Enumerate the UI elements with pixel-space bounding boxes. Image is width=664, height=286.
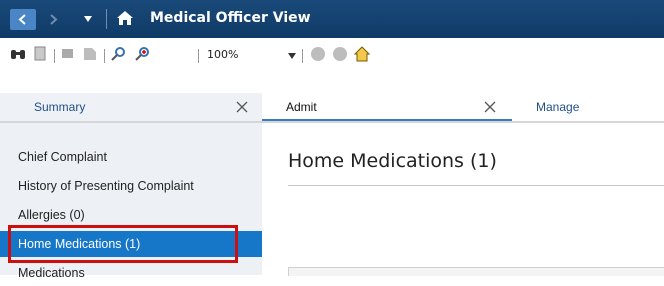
zoom-in-icon[interactable] bbox=[134, 46, 150, 62]
toolbar-separator bbox=[104, 49, 105, 63]
back-button[interactable] bbox=[10, 9, 36, 30]
toolbar-separator bbox=[54, 49, 55, 63]
toolbar-separator bbox=[198, 49, 199, 63]
forward-button[interactable] bbox=[50, 14, 58, 25]
sidebar-item-medications[interactable]: Medications bbox=[0, 260, 262, 286]
print-icon[interactable] bbox=[60, 46, 76, 62]
home-icon[interactable] bbox=[116, 10, 134, 26]
sidebar-item-label: Chief Complaint bbox=[18, 150, 107, 164]
toolbar: 100% bbox=[0, 38, 664, 72]
zoom-level[interactable]: 100% bbox=[207, 48, 238, 61]
binoculars-icon[interactable] bbox=[10, 46, 26, 62]
divider bbox=[288, 185, 664, 186]
chevron-left-icon bbox=[18, 14, 26, 25]
zoom-out-icon[interactable] bbox=[110, 46, 126, 62]
tab-admit[interactable]: Admit bbox=[262, 93, 512, 121]
title-bar: Medical Officer View bbox=[0, 0, 664, 38]
chevron-down-icon[interactable] bbox=[288, 53, 296, 59]
page-title: Home Medications (1) bbox=[288, 150, 497, 172]
home-outline-icon[interactable] bbox=[354, 46, 370, 62]
document-icon[interactable] bbox=[34, 46, 48, 62]
toolbar-separator bbox=[302, 49, 303, 63]
sidebar-item-chief-complaint[interactable]: Chief Complaint bbox=[0, 144, 262, 170]
close-icon[interactable] bbox=[236, 101, 248, 113]
circle-icon[interactable] bbox=[310, 46, 326, 62]
tab-label: Admit bbox=[286, 100, 317, 114]
tab-label: Summary bbox=[34, 100, 86, 114]
history-dropdown-icon[interactable] bbox=[84, 16, 92, 22]
tab-label: Manage bbox=[536, 100, 580, 114]
close-icon[interactable] bbox=[484, 101, 496, 113]
sidebar-item-label: Medications bbox=[18, 266, 85, 280]
circle-icon[interactable] bbox=[332, 46, 348, 62]
sidebar-item-history[interactable]: History of Presenting Complaint bbox=[0, 173, 262, 199]
tab-manage[interactable]: Manage bbox=[522, 93, 664, 121]
window-title: Medical Officer View bbox=[150, 10, 311, 26]
tab-summary[interactable]: Summary bbox=[0, 93, 262, 121]
sidebar-item-label: History of Presenting Complaint bbox=[18, 179, 194, 193]
title-separator bbox=[106, 9, 107, 29]
tab-bar: Summary Admit Manage bbox=[0, 93, 664, 123]
page-icon[interactable] bbox=[82, 46, 98, 62]
highlight-box bbox=[8, 225, 238, 263]
